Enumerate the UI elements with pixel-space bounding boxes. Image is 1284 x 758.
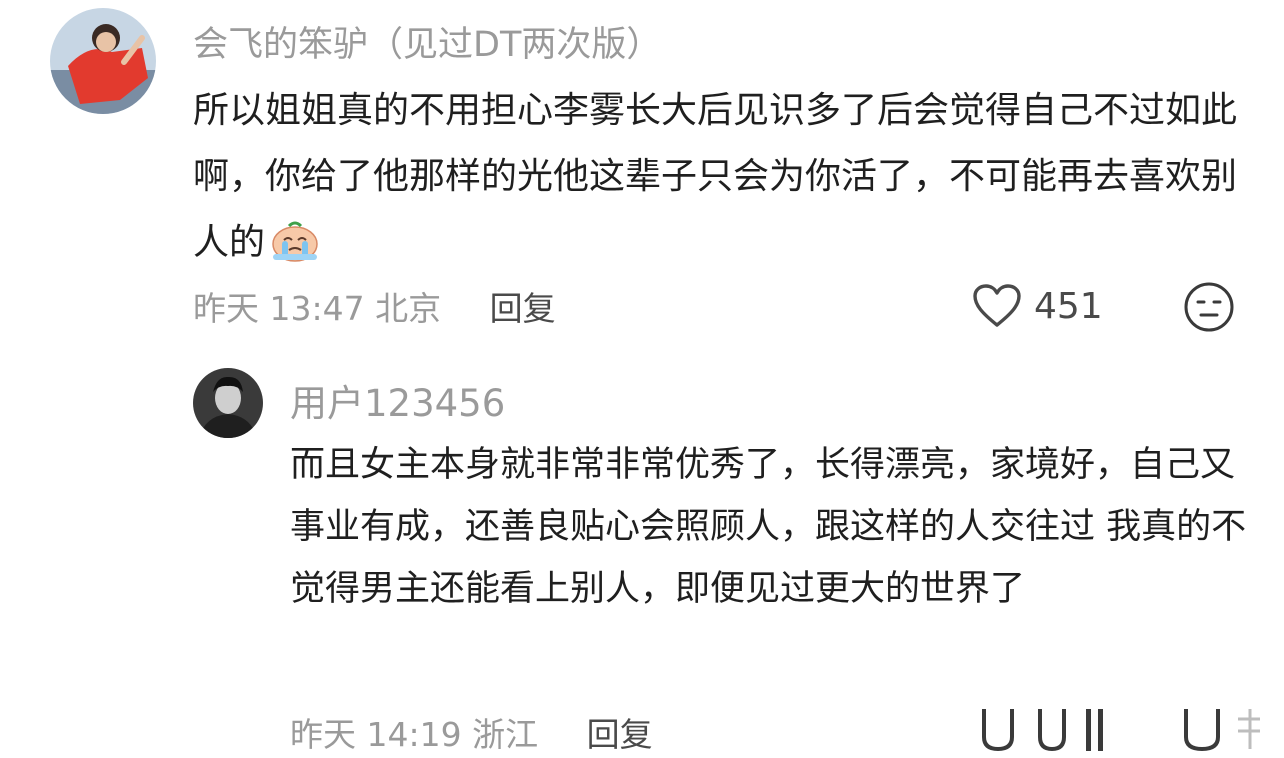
crying-emoji-icon [267,218,323,284]
like-button[interactable]: 451 [972,282,1103,330]
heart-outline-icon [972,283,1022,329]
avatar[interactable] [50,8,156,114]
neutral-face-icon[interactable] [1183,281,1235,333]
comment-text-body: 所以姐姐真的不用担心李雾长大后见识多了后会觉得自己不过如此啊，你给了他那样的光他… [193,90,1238,263]
cropped-action-icons [970,705,1270,758]
comment-meta: 昨天 13:47 北京 回复 [193,282,556,330]
timestamp: 昨天 13:47 [193,289,365,328]
comment-text: 而且女主本身就非常非常优秀了，长得漂亮，家境好，自己又事业有成，还善良贴心会照顾… [290,445,1247,609]
location: 北京 [375,289,442,328]
username[interactable]: 用户123456 [290,373,505,427]
username[interactable]: 会飞的笨驴（见过DT两次版） [193,16,661,67]
comment-text: 所以姐姐真的不用担心李雾长大后见识多了后会觉得自己不过如此啊，你给了他那样的光他… [193,78,1263,284]
like-count: 451 [1034,285,1103,327]
timestamp: 昨天 14:19 [290,715,462,754]
reply-button[interactable]: 回复 [587,715,653,754]
avatar[interactable] [193,368,263,438]
comment-meta: 昨天 14:19 浙江 回复 [290,708,653,756]
location: 浙江 [472,715,539,754]
reply-button[interactable]: 回复 [490,289,556,328]
